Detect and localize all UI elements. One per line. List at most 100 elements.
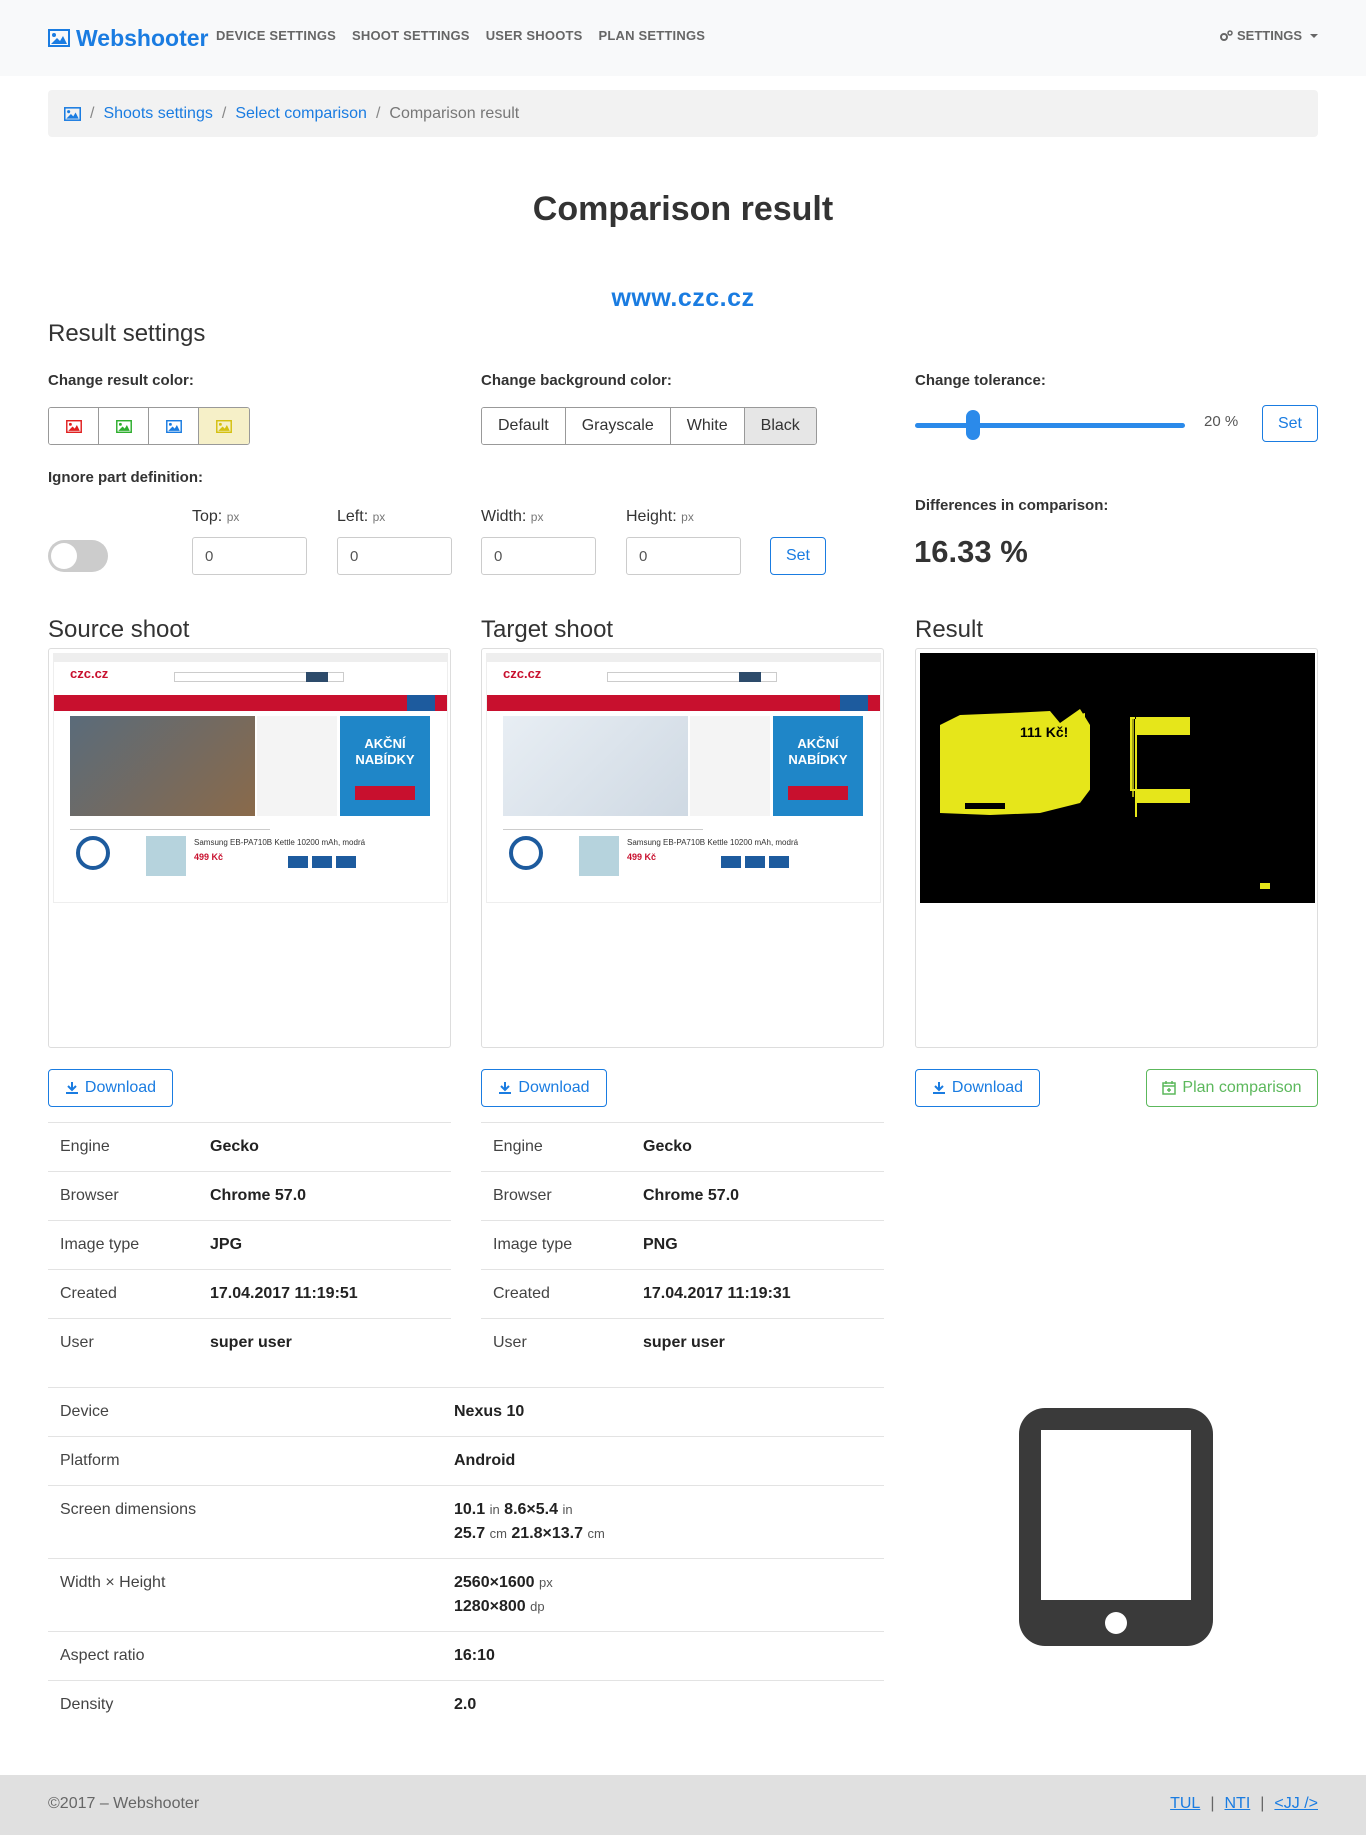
detail-key: Width × Height: [60, 1574, 166, 1591]
mock-search-button: [306, 672, 328, 682]
nav-device-settings[interactable]: DEVICE SETTINGS: [216, 28, 336, 43]
height-unit: px: [681, 510, 694, 524]
image-green-icon: [115, 419, 132, 433]
image-red-icon: [65, 419, 82, 433]
footer: ©2017 – Webshooter TUL | NTI | <JJ />: [0, 1775, 1366, 1835]
ignore-part-toggle[interactable]: [48, 540, 108, 572]
detail-key: User: [60, 1334, 94, 1351]
top-input[interactable]: 0: [192, 537, 307, 575]
table-row: Density 2.0: [48, 1680, 884, 1729]
unit: in: [489, 1502, 500, 1517]
left-label: Left: px: [337, 508, 385, 526]
mock-product-title: Samsung EB-PA710B Kettle 10200 mAh, modr…: [627, 838, 799, 847]
calendar-plus-icon: [1162, 1081, 1177, 1095]
bg-grayscale-button[interactable]: Grayscale: [565, 408, 671, 444]
mock-clock-icon: [76, 836, 110, 870]
table-row: User super user: [481, 1318, 884, 1367]
table-row: Engine Gecko: [48, 1122, 451, 1171]
target-download-label: Download: [518, 1079, 590, 1096]
result-color-label: Change result color:: [48, 372, 194, 389]
result-image[interactable]: 111 Kč!: [920, 653, 1315, 903]
table-row: Aspect ratio 16:10: [48, 1631, 884, 1680]
mock-top-bar: [487, 654, 880, 662]
detail-value: Gecko: [643, 1138, 692, 1155]
settings-dropdown[interactable]: SETTINGS: [1219, 28, 1318, 43]
detail-key: Image type: [493, 1236, 573, 1253]
mock-hero-banner: [503, 716, 688, 816]
result-color-green-button[interactable]: [99, 408, 149, 444]
nav-shoot-settings[interactable]: SHOOT SETTINGS: [352, 28, 470, 43]
detail-key: Device: [60, 1403, 109, 1420]
target-download-button[interactable]: Download: [481, 1069, 607, 1107]
table-row: Created 17.04.2017 11:19:51: [48, 1269, 451, 1318]
height-label-text: Height:: [626, 508, 677, 525]
result-color-blue-button[interactable]: [149, 408, 199, 444]
mock-tabs: [503, 820, 703, 830]
tolerance-set-button[interactable]: Set: [1262, 405, 1318, 442]
footer-link-nti[interactable]: NTI: [1224, 1795, 1250, 1813]
toggle-knob: [51, 543, 77, 569]
ignore-set-button[interactable]: Set: [770, 537, 826, 575]
mock-promo: AKČNÍ NABÍDKY: [773, 716, 863, 816]
detail-value: Nexus 10: [454, 1403, 525, 1420]
bg-white-button[interactable]: White: [670, 408, 745, 444]
page-title: Comparison result: [532, 190, 834, 228]
resolution-dp: 1280×800: [454, 1598, 526, 1615]
top-unit: px: [226, 510, 240, 524]
tolerance-slider-handle[interactable]: [966, 410, 980, 440]
detail-key: Engine: [60, 1138, 110, 1155]
brand-link[interactable]: Webshooter: [48, 23, 208, 53]
target-shoot-frame: czc.cz AKČNÍ NABÍDKY Samsung EB-PA710B K…: [481, 648, 884, 1048]
mock-clock-icon: [509, 836, 543, 870]
footer-separator: |: [1260, 1795, 1265, 1812]
breadcrumb-select-comparison[interactable]: Select comparison: [235, 105, 367, 123]
mock-product-price: 499 Kč: [194, 852, 224, 862]
download-icon: [65, 1082, 78, 1094]
tolerance-slider[interactable]: [915, 423, 1185, 428]
breadcrumb-separator: /: [90, 104, 95, 122]
screen-diag-cm: 25.7: [454, 1525, 486, 1542]
screen-size-in: 8.6×5.4: [504, 1501, 558, 1518]
detail-value: Gecko: [210, 1138, 259, 1155]
mock-nav-blue: [407, 695, 435, 711]
plan-comparison-button[interactable]: Plan comparison: [1146, 1069, 1318, 1107]
table-row: User super user: [48, 1318, 451, 1367]
bg-default-button[interactable]: Default: [482, 408, 566, 444]
width-input[interactable]: 0: [481, 537, 596, 575]
detail-value: Chrome 57.0: [643, 1187, 740, 1204]
footer-link-jj[interactable]: <JJ />: [1274, 1795, 1318, 1813]
resolution-px: 2560×1600: [454, 1574, 535, 1591]
mock-promo-button: [355, 786, 415, 800]
breadcrumb: / Shoots settings / Select comparison / …: [48, 90, 1318, 137]
nav-plan-settings[interactable]: PLAN SETTINGS: [599, 28, 706, 43]
bg-color-label: Change background color:: [481, 372, 672, 389]
mock-search-button: [739, 672, 761, 682]
detail-key: Platform: [60, 1452, 120, 1469]
settings-label: SETTINGS: [1236, 28, 1302, 43]
table-row: Engine Gecko: [481, 1122, 884, 1171]
target-shoot-heading: Target shoot: [481, 616, 614, 643]
diff-overlay: 111 Kč!: [920, 653, 1315, 903]
left-input[interactable]: 0: [337, 537, 452, 575]
target-screenshot[interactable]: czc.cz AKČNÍ NABÍDKY Samsung EB-PA710B K…: [486, 653, 881, 903]
detail-key: Engine: [493, 1138, 543, 1155]
source-screenshot[interactable]: czc.cz AKČNÍ NABÍDKY Samsung EB-PA710B K…: [53, 653, 448, 903]
source-download-button[interactable]: Download: [48, 1069, 173, 1107]
bg-black-button[interactable]: Black: [744, 408, 816, 444]
mock-top-bar: [54, 654, 447, 662]
result-download-button[interactable]: Download: [915, 1069, 1040, 1107]
height-input[interactable]: 0: [626, 537, 741, 575]
detail-key: Screen dimensions: [60, 1501, 197, 1518]
footer-link-tul[interactable]: TUL: [1170, 1795, 1200, 1813]
detail-key: Created: [60, 1285, 117, 1302]
mock-promo-line2: NABÍDKY: [788, 752, 848, 767]
result-color-yellow-button[interactable]: [199, 408, 249, 444]
nav-user-shoots[interactable]: USER SHOOTS: [486, 28, 583, 43]
image-icon[interactable]: [64, 106, 81, 121]
breadcrumb-shoots-settings[interactable]: Shoots settings: [103, 105, 212, 123]
mock-tabs: [70, 820, 270, 830]
tolerance-value: 20 %: [1204, 413, 1239, 430]
image-icon: [48, 29, 70, 47]
result-color-red-button[interactable]: [49, 408, 99, 444]
mock-side-list: [690, 716, 770, 816]
